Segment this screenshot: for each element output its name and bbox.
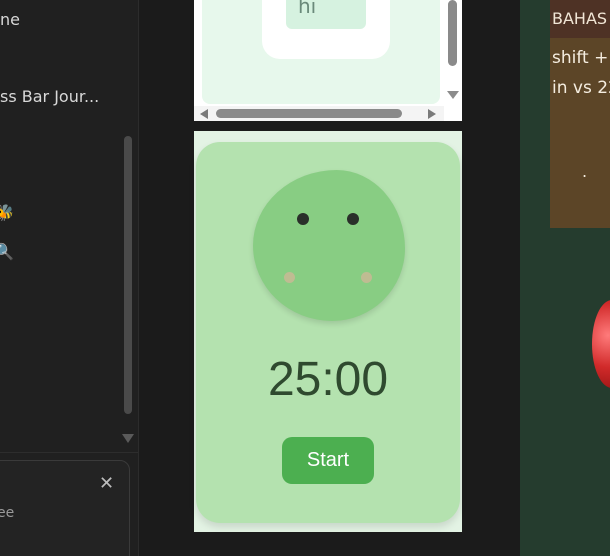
- vertical-scrollbar-thumb[interactable]: [448, 0, 457, 66]
- pomodoro-pane: 25:00 Start: [194, 131, 462, 532]
- bee-icon[interactable]: 🐝: [0, 203, 14, 222]
- red-sticker-image: [592, 300, 610, 388]
- preview-chip: hi: [286, 0, 366, 29]
- right-eye: [347, 213, 359, 225]
- horizontal-scrollbar[interactable]: [194, 106, 444, 121]
- sidebar-scrollbar[interactable]: [122, 136, 134, 416]
- frog-mascot-icon: [253, 170, 405, 321]
- timer-card: 25:00 Start: [196, 142, 460, 523]
- close-icon[interactable]: ✕: [99, 473, 114, 494]
- sidebar-item-2[interactable]: ss Bar Jour...: [0, 87, 99, 106]
- sidebar-scrollbar-thumb[interactable]: [124, 136, 132, 414]
- preview-chip-text: hi: [298, 0, 317, 18]
- notification-card: ✕ ee: [0, 460, 130, 556]
- top-preview-pane: hi: [194, 0, 462, 121]
- scroll-down-arrow-icon[interactable]: [122, 434, 134, 443]
- sidebar-divider: [0, 452, 138, 453]
- note-dot: .: [582, 162, 588, 181]
- timer-display: 25:00: [267, 353, 389, 406]
- notification-text: ee: [0, 505, 15, 521]
- scroll-left-arrow-icon[interactable]: [200, 109, 208, 119]
- start-button[interactable]: Start: [282, 437, 374, 484]
- sidebar-item-label: ss Bar Jour...: [0, 87, 100, 106]
- note-line-1: shift +: [552, 48, 609, 68]
- left-eye: [297, 213, 309, 225]
- right-cheek: [361, 272, 372, 283]
- top-preview-content: hi: [202, 0, 440, 104]
- sidebar: ne ss Bar Jour... 🐝 🔍 ✕ ee: [0, 0, 139, 556]
- left-cheek: [284, 272, 295, 283]
- scroll-down-arrow-icon[interactable]: [447, 91, 459, 99]
- right-panel: BAHAS shift + in vs 22 .: [520, 0, 610, 556]
- note-card[interactable]: BAHAS shift + in vs 22 .: [550, 0, 610, 228]
- sidebar-item-1[interactable]: ne: [0, 10, 20, 29]
- note-line-2: in vs 22: [552, 78, 610, 98]
- horizontal-scrollbar-thumb[interactable]: [216, 109, 402, 118]
- note-header: BAHAS: [550, 0, 610, 38]
- magnifier-icon[interactable]: 🔍: [0, 242, 14, 261]
- scroll-right-arrow-icon[interactable]: [428, 109, 436, 119]
- preview-card: hi: [262, 0, 390, 59]
- sidebar-item-label: ne: [0, 10, 20, 29]
- note-header-text: BAHAS: [552, 9, 608, 28]
